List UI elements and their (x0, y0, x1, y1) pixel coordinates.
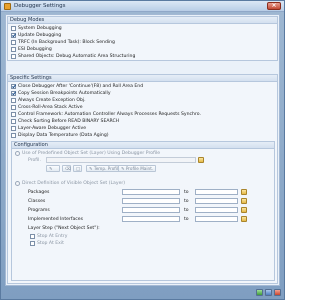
layer-aware-option[interactable]: Layer-Aware Debugger Active (11, 125, 86, 132)
programs-to-label: to (184, 208, 189, 213)
radio-label: Direct Definition of Visible Object Set … (22, 181, 126, 186)
stop-at-entry-option[interactable]: Stop At Entry (30, 233, 67, 240)
system-debugging-checkbox[interactable] (11, 26, 16, 31)
predefined-object-set-option[interactable]: Use of Predefined Object Set (Layer) Usi… (15, 150, 160, 157)
confirm-icon[interactable] (256, 289, 263, 296)
control-framework-option[interactable]: Control Framework: Automation Controller… (11, 111, 201, 118)
profile-value-help-icon[interactable] (198, 157, 204, 163)
checkbox-label: Copy Session Breakpoints Automatically (18, 91, 111, 96)
specific-settings-group: Specific Settings Close Debugger After '… (7, 74, 278, 284)
stop-at-entry-checkbox[interactable] (30, 234, 35, 239)
interfaces-to-input[interactable] (195, 216, 238, 222)
temp-profile-label: Temp. Profil. (93, 166, 120, 171)
title-bar[interactable]: Debugger Settings × (1, 1, 284, 12)
delete-icon[interactable]: ⌫ (62, 165, 71, 172)
layer-step-label: Layer Step ("Next Object Set"): (28, 226, 100, 231)
checkbox-label: Cross-Roll-Area Stack Active (18, 105, 83, 110)
stop-at-exit-option[interactable]: Stop At Exit (30, 240, 64, 247)
update-debugging-option[interactable]: Update Debugging (11, 32, 61, 39)
classes-to-label: to (184, 199, 189, 204)
programs-from-input[interactable] (122, 207, 180, 213)
new-icon[interactable]: □ (73, 165, 82, 172)
checkbox-label: Display Data Temperature (Data Aging) (18, 133, 109, 138)
change-icon[interactable]: ✎ (46, 165, 60, 172)
app-icon (4, 3, 11, 10)
checkbox-label: TRFC (In Background Task): Block Sending (18, 40, 115, 45)
interfaces-label: Implemented Interfaces (28, 217, 84, 222)
update-debugging-checkbox[interactable] (11, 33, 16, 38)
packages-to-label: to (184, 190, 189, 195)
interfaces-multiple-selection-icon[interactable] (241, 216, 247, 222)
cross-roll-area-option[interactable]: Cross-Roll-Area Stack Active (11, 104, 83, 111)
predefined-object-set-radio[interactable] (15, 151, 20, 156)
direct-definition-radio[interactable] (15, 181, 20, 186)
stop-at-exit-checkbox[interactable] (30, 241, 35, 246)
radio-label: Use of Predefined Object Set (Layer) Usi… (22, 151, 161, 156)
data-temperature-checkbox[interactable] (11, 133, 16, 138)
configuration-title: Configuration (12, 142, 274, 149)
layer-aware-checkbox[interactable] (11, 126, 16, 131)
checkbox-label: Control Framework: Automation Controller… (18, 112, 201, 117)
programs-label: Programs (28, 208, 50, 213)
classes-multiple-selection-icon[interactable] (241, 198, 247, 204)
shared-objects-option[interactable]: Shared Objects: Debug Automatic Area Str… (11, 53, 135, 60)
control-framework-checkbox[interactable] (11, 112, 16, 117)
checkbox-label: Always Create Exception Obj. (18, 98, 86, 103)
shared-objects-checkbox[interactable] (11, 54, 16, 59)
interfaces-from-input[interactable] (122, 216, 180, 222)
save-icon[interactable] (265, 289, 272, 296)
checkbox-label: Shared Objects: Debug Automatic Area Str… (18, 54, 136, 59)
profile-maint-label: Profile Maint. (125, 166, 154, 171)
classes-from-input[interactable] (122, 198, 180, 204)
copy-breakpoints-option[interactable]: Copy Session Breakpoints Automatically (11, 90, 111, 97)
classes-to-input[interactable] (195, 198, 238, 204)
programs-multiple-selection-icon[interactable] (241, 207, 247, 213)
checkbox-label: Stop At Exit (37, 241, 64, 246)
programs-to-input[interactable] (195, 207, 238, 213)
profile-label: Profil. (28, 158, 41, 163)
exception-obj-option[interactable]: Always Create Exception Obj. (11, 97, 86, 104)
interfaces-to-label: to (184, 217, 189, 222)
copy-breakpoints-checkbox[interactable] (11, 91, 16, 96)
packages-from-input[interactable] (122, 189, 180, 195)
check-sorting-option[interactable]: Check Sorting Before READ BINARY SEARCH (11, 118, 119, 125)
debug-modes-group: Debug Modes System Debugging Update Debu… (7, 16, 278, 61)
checkbox-label: Layer-Aware Debugger Active (18, 126, 87, 131)
checkbox-label: Stop At Entry (37, 234, 68, 239)
checkbox-label: Update Debugging (18, 33, 62, 38)
cross-roll-area-checkbox[interactable] (11, 105, 16, 110)
system-debugging-option[interactable]: System Debugging (11, 25, 62, 32)
cancel-icon[interactable] (274, 289, 281, 296)
trfc-checkbox[interactable] (11, 40, 16, 45)
dialog-body: Debug Modes System Debugging Update Debu… (5, 14, 280, 286)
specific-settings-title: Specific Settings (8, 75, 277, 82)
direct-definition-option[interactable]: Direct Definition of Visible Object Set … (15, 180, 125, 187)
data-temperature-option[interactable]: Display Data Temperature (Data Aging) (11, 132, 109, 139)
esi-debugging-checkbox[interactable] (11, 47, 16, 52)
check-sorting-checkbox[interactable] (11, 119, 16, 124)
checkbox-label: ESI Debugging (18, 47, 52, 52)
packages-multiple-selection-icon[interactable] (241, 189, 247, 195)
window-title: Debugger Settings (14, 3, 66, 9)
checkbox-label: Check Sorting Before READ BINARY SEARCH (18, 119, 120, 124)
packages-label: Packages (28, 190, 50, 195)
classes-label: Classes (28, 199, 46, 204)
close-debugger-checkbox[interactable] (11, 84, 16, 89)
debug-modes-title: Debug Modes (8, 17, 277, 24)
debugger-settings-window: Debugger Settings × Debug Modes System D… (0, 0, 285, 300)
checkbox-label: Close Debugger After 'Continue'(F8) and … (18, 84, 144, 89)
temp-profile-button[interactable]: ✎ Temp. Profil. (86, 165, 123, 172)
esi-debugging-option[interactable]: ESI Debugging (11, 46, 52, 53)
exception-obj-checkbox[interactable] (11, 98, 16, 103)
trfc-option[interactable]: TRFC (In Background Task): Block Sending (11, 39, 115, 46)
configuration-group: Configuration Use of Predefined Object S… (11, 141, 275, 281)
close-button[interactable]: × (267, 2, 281, 10)
profile-input[interactable] (46, 157, 196, 163)
checkbox-label: System Debugging (18, 26, 62, 31)
profile-maint-button[interactable]: ✎ Profile Maint. (118, 165, 157, 172)
close-debugger-option[interactable]: Close Debugger After 'Continue'(F8) and … (11, 83, 143, 90)
packages-to-input[interactable] (195, 189, 238, 195)
